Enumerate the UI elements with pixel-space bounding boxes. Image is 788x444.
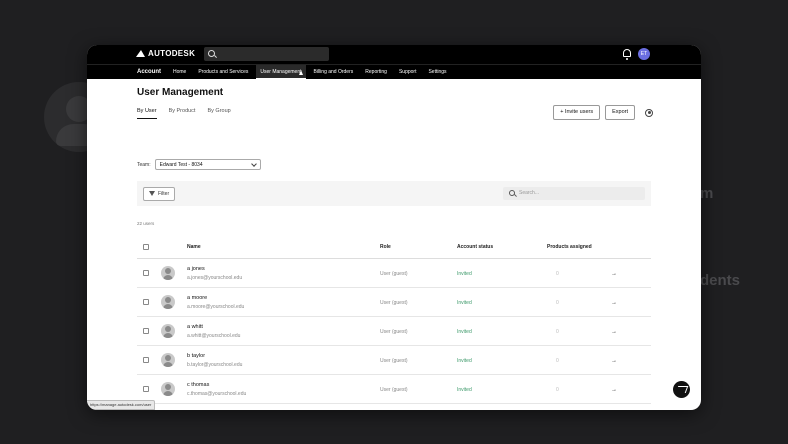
user-avatar-icon (161, 382, 175, 396)
arrow-right-icon[interactable]: → (611, 387, 617, 393)
main-nav: Account Home Products and Services User … (87, 64, 701, 79)
browser-window: AUTODESK ET Account Home Products and Se… (87, 45, 701, 410)
nav-item-products-and-services[interactable]: Products and Services (198, 65, 248, 79)
search-icon (509, 190, 515, 196)
arrow-right-icon[interactable]: → (611, 358, 617, 364)
table-row[interactable]: a moore a.moore@yourschool.edu User (gue… (137, 288, 651, 317)
row-checkbox[interactable] (143, 270, 149, 276)
table-row[interactable]: c thomas c.thomas@yourschool.edu User (g… (137, 375, 651, 404)
user-status: Invited (457, 271, 472, 277)
invite-users-label: Invite users (564, 109, 594, 115)
user-status: Invited (457, 387, 472, 393)
user-avatar-icon (161, 266, 175, 280)
row-checkbox[interactable] (143, 328, 149, 334)
user-email: a.moore@yourschool.edu (187, 304, 245, 310)
background-text-1: m (700, 185, 714, 202)
user-name[interactable]: a whitt (187, 324, 203, 330)
gear-icon[interactable] (645, 108, 653, 117)
filter-button[interactable]: Filter (143, 187, 176, 201)
user-products: 0 (556, 358, 559, 364)
user-status: Invited (457, 329, 472, 335)
user-role: User (guest) (380, 300, 408, 306)
invite-users-button[interactable]: + Invite users (553, 105, 601, 120)
team-select-value: Edward Test - 8034 (159, 162, 203, 168)
user-avatar-icon (161, 295, 175, 309)
export-button[interactable]: Export (605, 105, 635, 120)
user-search-input[interactable]: Search... (503, 187, 645, 200)
status-bar-url: https://manage.autodesk.com/user (87, 400, 156, 410)
user-products: 0 (556, 387, 559, 393)
tab-by-user[interactable]: By User (137, 108, 157, 119)
arrow-right-icon[interactable]: → (611, 300, 617, 306)
user-avatar-icon (161, 353, 175, 367)
notification-bell-icon[interactable] (623, 49, 631, 60)
user-status: Invited (457, 358, 472, 364)
header-role[interactable]: Role (380, 244, 391, 250)
nav-item-settings[interactable]: Settings (428, 65, 446, 79)
nav-brand[interactable]: Account (137, 69, 161, 75)
arrow-right-icon[interactable]: → (611, 329, 617, 335)
mouse-cursor-icon (299, 70, 303, 75)
nav-item-support[interactable]: Support (399, 65, 417, 79)
nav-item-home[interactable]: Home (173, 65, 186, 79)
team-select[interactable]: Edward Test - 8034 (154, 159, 261, 170)
user-email: c.thomas@yourschool.edu (187, 391, 247, 397)
row-checkbox[interactable] (143, 386, 149, 392)
user-products: 0 (556, 300, 559, 306)
user-role: User (guest) (380, 271, 408, 277)
global-search-input[interactable] (204, 47, 329, 61)
chevron-down-icon (250, 161, 257, 167)
user-role: User (guest) (380, 387, 408, 393)
user-products: 0 (556, 271, 559, 277)
user-email: a.whitt@yourschool.edu (187, 333, 241, 339)
arrow-right-icon[interactable]: → (611, 271, 617, 277)
user-role: User (guest) (380, 358, 408, 364)
team-selector-row: Team: Edward Test - 8034 (137, 159, 261, 170)
row-checkbox[interactable] (143, 357, 149, 363)
help-chat-button[interactable] (673, 381, 690, 398)
user-email: b.taylor@yourschool.edu (187, 362, 243, 368)
header-name[interactable]: Name (187, 244, 201, 250)
user-email: a.jones@yourschool.edu (187, 275, 243, 281)
filter-label: Filter (158, 191, 170, 197)
nav-item-reporting[interactable]: Reporting (365, 65, 387, 79)
profile-avatar[interactable]: ET (638, 48, 650, 60)
filter-bar: Filter Search... (137, 181, 651, 206)
search-icon (208, 50, 215, 57)
table-row[interactable]: a jones a.jones@yourschool.edu User (gue… (137, 259, 651, 288)
header-account-status[interactable]: Account status (457, 244, 493, 250)
autodesk-logo-icon (136, 50, 145, 57)
brand-name: AUTODESK (148, 49, 196, 58)
user-name[interactable]: b taylor (187, 353, 205, 359)
tab-by-group[interactable]: By Group (207, 108, 230, 119)
row-checkbox[interactable] (143, 299, 149, 305)
user-name[interactable]: a moore (187, 295, 207, 301)
tab-by-product[interactable]: By Product (169, 108, 196, 119)
background-text-2: dents (700, 272, 741, 289)
user-role: User (guest) (380, 329, 408, 335)
select-all-checkbox[interactable] (143, 244, 149, 250)
filter-icon (149, 191, 155, 196)
table-header: Name Role Account status Products assign… (137, 236, 651, 259)
user-status: Invited (457, 300, 472, 306)
top-bar: AUTODESK ET (87, 45, 701, 64)
users-table: Name Role Account status Products assign… (137, 236, 651, 404)
search-placeholder: Search... (519, 190, 540, 196)
user-name[interactable]: a jones (187, 266, 205, 272)
page-title: User Management (137, 87, 224, 98)
team-label: Team: (137, 161, 151, 168)
user-products: 0 (556, 329, 559, 335)
user-name[interactable]: c thomas (187, 382, 209, 388)
user-count: 22 users (137, 221, 155, 226)
header-products-assigned[interactable]: Products assigned (547, 244, 592, 250)
table-row[interactable]: a whitt a.whitt@yourschool.edu User (gue… (137, 317, 651, 346)
page-actions: + Invite users Export (553, 105, 653, 120)
autodesk-logo[interactable]: AUTODESK (136, 49, 195, 58)
table-row[interactable]: b taylor b.taylor@yourschool.edu User (g… (137, 346, 651, 375)
user-avatar-icon (161, 324, 175, 338)
nav-item-billing-and-orders[interactable]: Billing and Orders (314, 65, 354, 79)
